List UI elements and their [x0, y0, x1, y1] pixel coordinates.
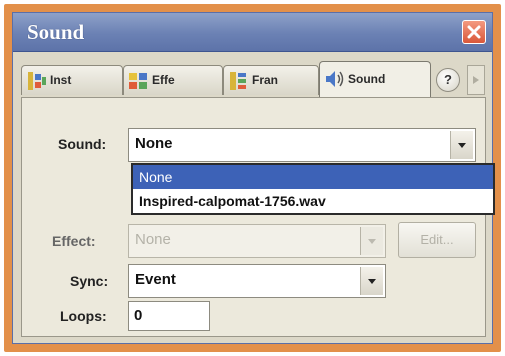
effect-edit-button[interactable]: Edit... [398, 222, 476, 258]
sync-select-arrow[interactable] [360, 267, 383, 295]
sound-select-value: None [135, 135, 173, 152]
help-button[interactable]: ? [436, 68, 460, 92]
effect-select-value: None [135, 231, 171, 248]
loops-label: Loops: [60, 308, 107, 324]
edit-button-label: Edit... [420, 232, 454, 247]
sound-properties-panel: Sound: None Effect: None Edit... Sync: E… [21, 97, 486, 337]
help-icon: ? [444, 72, 452, 87]
tab-effect[interactable]: Effe [123, 65, 223, 95]
sound-label: Sound: [58, 136, 107, 152]
tab-frame[interactable]: Fran [223, 65, 319, 95]
sync-select-value: Event [135, 271, 176, 288]
loops-value: 0 [134, 307, 143, 324]
frame-icon [230, 72, 246, 90]
tab-scroll-right[interactable] [467, 65, 485, 95]
tab-instance[interactable]: Inst [21, 65, 123, 95]
close-button[interactable] [462, 20, 486, 44]
loops-input[interactable]: 0 [128, 301, 210, 331]
tab-label: Fran [252, 73, 279, 87]
sound-select[interactable]: None [128, 128, 476, 162]
effect-icon [129, 73, 147, 89]
window-title: Sound [27, 20, 85, 44]
chevron-down-icon [458, 143, 466, 148]
instance-icon [28, 72, 46, 90]
sound-panel-window: Sound Inst Effe Fran Sound ? Sound: None… [12, 12, 495, 344]
effect-select-arrow[interactable] [360, 227, 383, 255]
sound-option-none[interactable]: None [133, 165, 493, 189]
sound-icon [326, 71, 344, 87]
sound-options-list: None Inspired-calpomat-1756.wav [131, 163, 495, 215]
sound-select-arrow[interactable] [450, 131, 473, 159]
chevron-right-icon [473, 76, 479, 84]
tab-sound[interactable]: Sound [319, 61, 431, 97]
close-icon [467, 25, 481, 39]
chevron-down-icon [368, 239, 376, 244]
tab-label: Inst [50, 73, 72, 87]
sync-label: Sync: [70, 273, 109, 289]
chevron-down-icon [368, 279, 376, 284]
effect-select[interactable]: None [128, 224, 386, 258]
sync-select[interactable]: Event [128, 264, 386, 298]
tab-label: Effe [152, 73, 175, 87]
tab-strip: Inst Effe Fran Sound ? [21, 59, 486, 99]
tab-label: Sound [348, 72, 386, 86]
title-bar[interactable]: Sound [13, 13, 492, 52]
effect-label: Effect: [52, 233, 96, 249]
sound-option-file[interactable]: Inspired-calpomat-1756.wav [133, 189, 493, 213]
